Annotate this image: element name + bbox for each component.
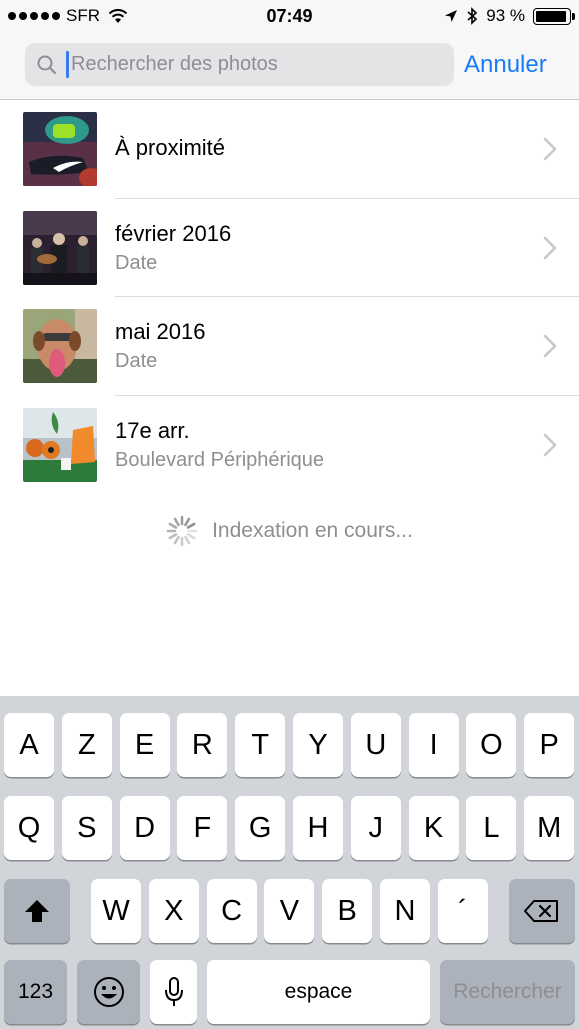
- key-v[interactable]: V: [264, 879, 315, 943]
- key-w[interactable]: W: [91, 879, 141, 943]
- key-n[interactable]: N: [380, 879, 430, 943]
- status-right: 93 %: [444, 6, 575, 26]
- key-q[interactable]: Q: [4, 796, 54, 860]
- key-i[interactable]: I: [408, 713, 459, 777]
- battery-percent: 93 %: [486, 6, 525, 25]
- key-s[interactable]: S: [61, 796, 112, 860]
- result-text: février 2016 Date: [115, 221, 231, 275]
- space-key[interactable]: espace: [207, 960, 430, 1024]
- result-thumbnail: [23, 309, 97, 383]
- keyboard: AZERTYUIOP QSDFGHJKLM W X C V B N ´ 123 espace: [0, 696, 579, 1029]
- cancel-button[interactable]: Annuler: [464, 51, 547, 79]
- key-t[interactable]: T: [235, 713, 286, 777]
- result-row-17e-arr[interactable]: 17e arr. Boulevard Périphérique: [0, 396, 579, 495]
- battery-icon: [533, 7, 575, 25]
- result-subtitle: Boulevard Périphérique: [115, 448, 325, 471]
- key-y[interactable]: Y: [293, 713, 343, 777]
- result-subtitle: Date: [115, 251, 158, 274]
- battery-level: [536, 10, 566, 22]
- key-a[interactable]: A: [4, 713, 54, 777]
- key-m[interactable]: M: [524, 796, 575, 860]
- search-return-key[interactable]: Rechercher: [440, 960, 575, 1024]
- chevron-right-icon: [543, 433, 557, 456]
- key-o[interactable]: O: [466, 713, 517, 777]
- key-g[interactable]: G: [235, 796, 286, 860]
- key-r[interactable]: R: [177, 713, 228, 777]
- emoji-key[interactable]: [77, 960, 140, 1024]
- indexing-text: Indexation en cours...: [212, 519, 413, 542]
- microphone-icon: [164, 977, 183, 1006]
- backspace-key[interactable]: [509, 879, 575, 943]
- search-box[interactable]: [25, 43, 454, 86]
- location-arrow-icon: [445, 10, 458, 22]
- search-header: Annuler: [0, 34, 579, 100]
- result-row-nearby[interactable]: À proximité: [0, 100, 579, 199]
- bluetooth-icon: [467, 7, 478, 25]
- chevron-right-icon: [543, 236, 557, 259]
- key-x[interactable]: X: [148, 879, 199, 943]
- search-results-list: À proximité février 2016 Date mai 2016 D…: [0, 100, 579, 494]
- result-thumbnail: [23, 210, 97, 285]
- result-row-february-2016[interactable]: février 2016 Date: [0, 199, 579, 297]
- search-icon: [37, 55, 57, 74]
- key-f[interactable]: F: [177, 796, 228, 860]
- key-j[interactable]: J: [350, 796, 401, 860]
- result-text: mai 2016 Date: [115, 319, 206, 373]
- key-p[interactable]: P: [524, 713, 575, 777]
- chevron-right-icon: [543, 334, 557, 358]
- key-k[interactable]: K: [408, 796, 459, 860]
- indexing-status: Indexation en cours...: [0, 515, 579, 547]
- chevron-right-icon: [543, 137, 557, 161]
- result-subtitle: Date: [115, 350, 158, 372]
- result-title: À proximité: [115, 135, 226, 160]
- shift-icon: [25, 900, 49, 922]
- emoji-icon: [93, 977, 124, 1007]
- spinner-icon: [166, 515, 198, 547]
- key-d[interactable]: D: [119, 796, 170, 860]
- key-z[interactable]: Z: [61, 713, 112, 777]
- text-cursor: [66, 51, 69, 78]
- numbers-key[interactable]: 123: [4, 960, 67, 1024]
- key-u[interactable]: U: [350, 713, 401, 777]
- backspace-icon: [524, 900, 558, 922]
- result-title: 17e arr.: [115, 417, 190, 443]
- result-text: À proximité: [115, 135, 225, 161]
- key-acute-accent[interactable]: ´: [437, 879, 488, 943]
- result-thumbnail: [23, 112, 97, 186]
- dictation-key[interactable]: [150, 960, 197, 1024]
- key-c[interactable]: C: [206, 879, 257, 943]
- key-h[interactable]: H: [293, 796, 343, 860]
- result-title: mai 2016: [115, 319, 206, 344]
- result-text: 17e arr. Boulevard Périphérique: [115, 418, 324, 472]
- key-l[interactable]: L: [466, 796, 517, 860]
- result-row-may-2016[interactable]: mai 2016 Date: [0, 297, 579, 396]
- search-input[interactable]: [71, 53, 411, 76]
- shift-key[interactable]: [4, 879, 70, 943]
- key-b[interactable]: B: [322, 879, 373, 943]
- result-thumbnail: [23, 407, 97, 482]
- result-title: février 2016: [115, 220, 232, 246]
- key-e[interactable]: E: [119, 713, 170, 777]
- status-bar: SFR 07:49 93 %: [0, 0, 579, 34]
